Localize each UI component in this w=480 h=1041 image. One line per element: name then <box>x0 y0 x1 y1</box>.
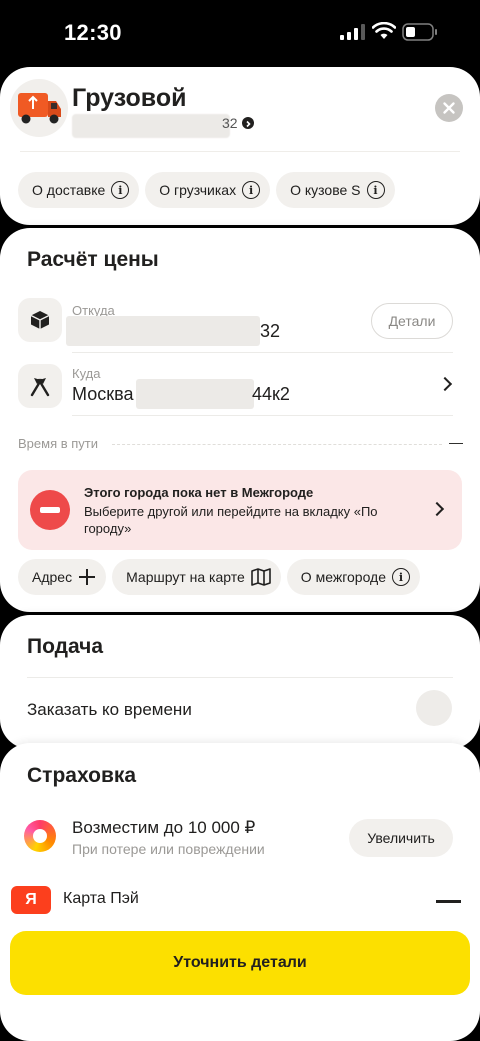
about-movers-chip[interactable]: О грузчиках i <box>145 172 271 208</box>
battery-icon <box>402 23 437 41</box>
section-title: Расчёт цены <box>27 248 159 271</box>
chip-label: О межгороде <box>300 569 386 585</box>
about-body-chip[interactable]: О кузове S i <box>276 172 395 208</box>
chevron-right-icon <box>429 501 445 517</box>
price-card: Расчёт цены Откуда 32 Детали Куда Москва… <box>0 228 480 612</box>
info-icon: i <box>242 181 261 199</box>
flags-finish-icon <box>18 364 62 408</box>
route-chips: Адрес Маршрут на карте О межгороде i <box>18 559 420 595</box>
travel-time-value: — <box>449 434 463 450</box>
dotted-leader <box>112 444 442 445</box>
chip-label: О доставке <box>32 182 106 198</box>
tariff-info-chips: О доставке i О грузчиках i О кузове S i <box>18 172 395 208</box>
chevron-right-icon[interactable] <box>437 376 453 392</box>
tariff-title: Грузовой <box>72 84 187 112</box>
redacted-address <box>72 114 230 138</box>
travel-time-label: Время в пути <box>18 436 98 451</box>
yandex-pay-icon: Я <box>11 886 51 914</box>
details-button[interactable]: Детали <box>371 303 453 339</box>
info-icon: i <box>366 181 385 199</box>
schedule-toggle[interactable] <box>416 690 452 726</box>
about-intercity-chip[interactable]: О межгороде i <box>286 559 420 595</box>
wifi-icon <box>372 22 396 39</box>
close-icon <box>443 102 455 114</box>
status-time: 12:30 <box>64 20 122 45</box>
to-address-suffix[interactable]: 44к2 <box>252 384 290 405</box>
coverage-text: Возместим до 10 000 ₽ <box>72 818 256 837</box>
minus-icon <box>436 900 461 903</box>
box-icon <box>18 298 62 342</box>
status-bar: 12:30 <box>0 0 480 66</box>
redacted-from-address <box>66 316 260 346</box>
chip-label: О грузчиках <box>159 182 237 198</box>
section-title: Страховка <box>27 764 137 787</box>
route-on-map-chip[interactable]: Маршрут на карте <box>112 559 281 595</box>
truck-icon <box>10 79 68 137</box>
address-suffix[interactable]: 32 <box>222 115 238 131</box>
divider <box>20 151 460 152</box>
alert-text: Выберите другой или перейдите на вкладку… <box>84 504 378 536</box>
no-entry-icon <box>30 490 70 530</box>
payment-method-label[interactable]: Карта Пэй <box>63 890 139 908</box>
divider <box>72 352 453 353</box>
chip-label: О кузове S <box>290 182 361 198</box>
coverage-subtext: При потере или повреждении <box>72 841 265 857</box>
from-address-suffix[interactable]: 32 <box>260 321 280 342</box>
schedule-label: Заказать ко времени <box>27 700 192 719</box>
divider <box>27 677 453 678</box>
city-unavailable-alert[interactable]: Этого города пока нет в Межгороде Выбери… <box>18 470 462 550</box>
chevron-right-icon[interactable] <box>242 117 254 129</box>
section-title: Подача <box>27 635 104 658</box>
add-address-chip[interactable]: Адрес <box>18 559 107 595</box>
tariff-card: Грузовой 32 О доставке i О грузчиках i О… <box>0 67 480 225</box>
redacted-to-address <box>136 379 254 409</box>
pickup-card: Подача Заказать ко времени <box>0 615 480 749</box>
about-delivery-chip[interactable]: О доставке i <box>18 172 140 208</box>
insurance-icon <box>24 820 56 852</box>
to-address-prefix[interactable]: Москва <box>72 384 133 405</box>
alert-title: Этого города пока нет в Межгороде <box>84 485 314 500</box>
insurance-card: Страховка Возместим до 10 000 ₽ При поте… <box>0 743 480 1041</box>
increase-button[interactable]: Увеличить <box>349 819 453 857</box>
cellular-signal-icon <box>340 24 365 40</box>
info-icon: i <box>392 568 410 586</box>
specify-details-button[interactable]: Уточнить детали <box>10 931 470 995</box>
divider <box>72 415 453 416</box>
close-button[interactable] <box>435 94 463 122</box>
plus-icon <box>79 569 96 585</box>
to-label: Куда <box>72 366 101 381</box>
info-icon: i <box>111 181 130 199</box>
chip-label: Адрес <box>32 569 73 585</box>
map-icon <box>250 568 271 586</box>
chip-label: Маршрут на карте <box>126 569 245 585</box>
